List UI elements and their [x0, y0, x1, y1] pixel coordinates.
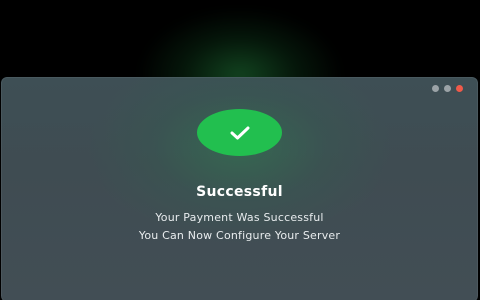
success-title: Successful: [196, 184, 283, 200]
minimize-dot-icon[interactable]: [432, 85, 439, 92]
success-badge: [197, 109, 282, 156]
window-controls: [432, 85, 463, 92]
success-message-line-2: You Can Now Configure Your Server: [138, 229, 341, 242]
success-message-line-1: Your Payment Was Successful: [155, 211, 324, 224]
maximize-dot-icon[interactable]: [444, 85, 451, 92]
screen: Successful Your Payment Was Successful Y…: [0, 0, 480, 300]
close-dot-icon[interactable]: [456, 85, 463, 92]
success-dialog: Successful Your Payment Was Successful Y…: [1, 77, 478, 300]
checkmark-icon: [230, 126, 249, 139]
